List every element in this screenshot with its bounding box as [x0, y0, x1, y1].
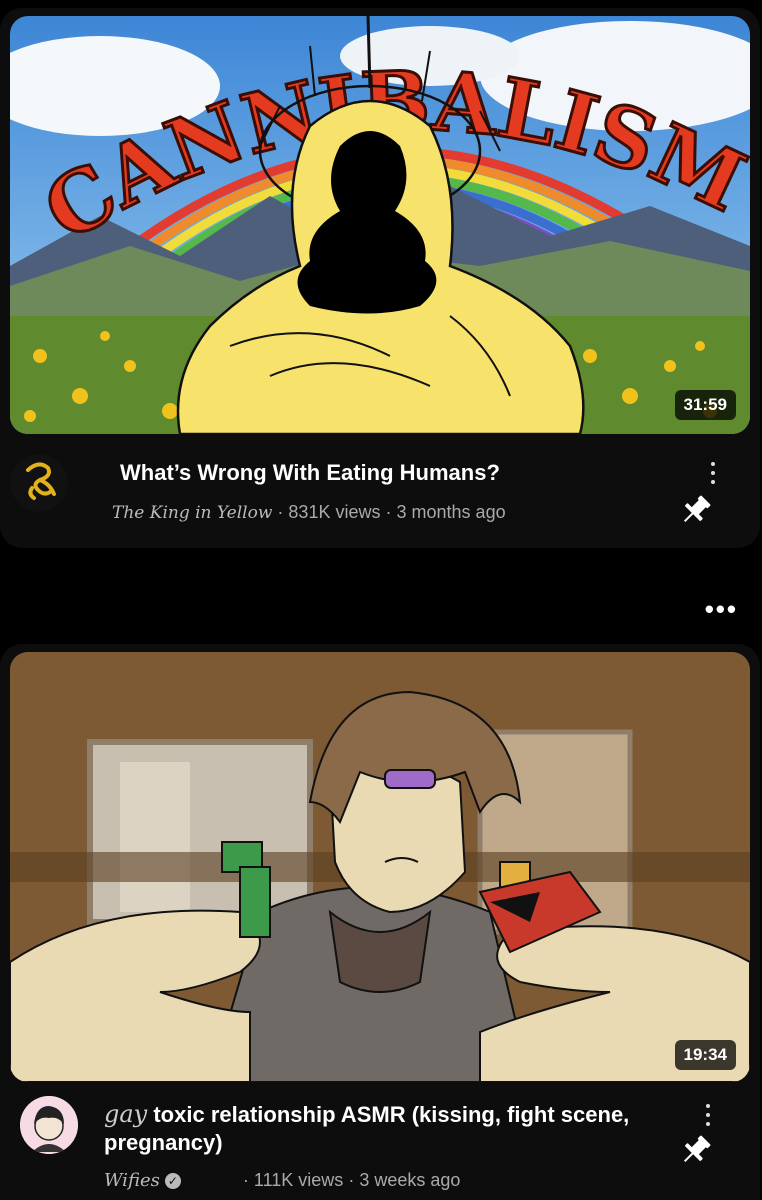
more-options-icon[interactable] [711, 462, 717, 489]
video-title-2[interactable]: gay toxic relationship ASMR (kissing, fi… [104, 1100, 664, 1157]
view-count-1: 831K views [288, 502, 381, 522]
yellow-sign-icon [10, 454, 68, 512]
video-thumbnail-1[interactable]: CANNIBALISM 31:59 [10, 16, 750, 434]
meta-separator: · [242, 1170, 249, 1190]
upload-age-1: 3 months ago [396, 502, 506, 522]
video-thumbnail-2[interactable]: 19:34 [10, 652, 750, 1082]
channel-avatar-2[interactable] [20, 1096, 78, 1154]
thumbnail-image-asmr [10, 652, 750, 1082]
view-count-2: 111K views [253, 1170, 344, 1190]
video-meta-1: The King in Yellow · 831K views · 3 mont… [112, 502, 632, 523]
video-card-1[interactable]: CANNIBALISM 31:59 What’s Wrong With Eati… [0, 8, 760, 548]
video-meta-2: Wifies ✓ · 111K views · 3 weeks ago [104, 1170, 664, 1191]
pin-icon[interactable] [676, 1130, 716, 1170]
video-card-2[interactable]: 19:34 gay toxic relationship ASMR (kissi… [0, 644, 760, 1200]
title-prefix: gay [104, 1100, 148, 1128]
thumbnail-image-cannibalism: CANNIBALISM [10, 16, 750, 434]
pin-icon[interactable] [676, 490, 716, 530]
verified-check-icon: ✓ [164, 1173, 181, 1190]
channel-name-1[interactable]: The King in Yellow [112, 503, 272, 523]
channel-avatar-1[interactable] [10, 454, 68, 512]
video-title-1[interactable]: What’s Wrong With Eating Humans? [120, 460, 640, 486]
meta-separator: · [385, 502, 392, 522]
upload-age-2: 3 weeks ago [359, 1170, 461, 1190]
more-options-icon[interactable]: ••• [705, 594, 738, 625]
avatar-image [20, 1096, 78, 1154]
more-options-icon[interactable] [706, 1104, 712, 1131]
title-text: toxic relationship ASMR (kissing, fight … [104, 1102, 630, 1155]
video-duration-2: 19:34 [674, 1040, 736, 1070]
channel-name-2[interactable]: Wifies [104, 1170, 160, 1191]
video-duration-1: 31:59 [674, 390, 736, 420]
meta-separator: · [277, 502, 284, 522]
meta-separator: · [348, 1170, 355, 1190]
